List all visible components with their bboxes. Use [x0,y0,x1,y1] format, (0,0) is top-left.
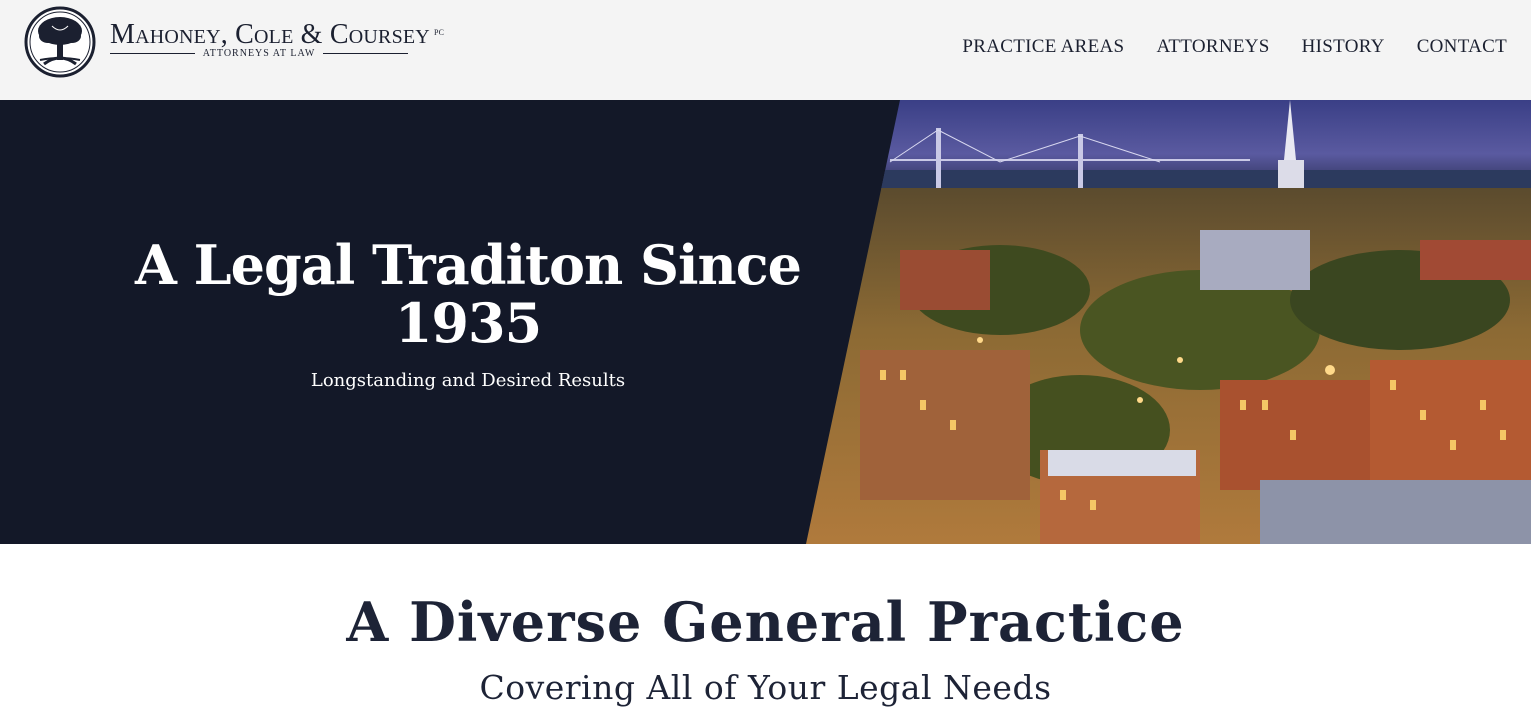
site-header: Mahoney, Cole & Coursey PC ATTORNEYS AT L… [0,0,1531,100]
firm-suffix: PC [433,28,445,37]
nav-item-contact[interactable]: CONTACT [1417,36,1507,58]
tree-emblem-icon[interactable] [24,6,96,78]
nav-item-practice-areas[interactable]: PRACTICE AREAS [962,36,1124,58]
main-nav: PRACTICE AREAS ATTORNEYS HISTORY CONTACT [962,36,1507,58]
hero-subtitle: Longstanding and Desired Results [310,370,626,391]
firm-tagline: ATTORNEYS AT LAW [202,48,316,59]
tagline-rule-right [323,53,408,54]
nav-item-history[interactable]: HISTORY [1302,36,1385,58]
section-title: A Diverse General Practice [346,590,1185,654]
logo-wordmark[interactable]: Mahoney, Cole & Coursey PC ATTORNEYS AT L… [110,18,445,59]
section-subtitle: Covering All of Your Legal Needs [479,668,1052,707]
nav-item-attorneys[interactable]: ATTORNEYS [1156,36,1269,58]
hero-title: A Legal Traditon Since 1935 [134,233,802,355]
hero-banner: A Legal Traditon Since 1935 Longstanding… [0,100,1531,544]
firm-name: Mahoney, Cole & Coursey PC [110,19,445,50]
hero-text: A Legal Traditon Since 1935 Longstanding… [130,236,806,391]
tagline-rule-left [110,53,195,54]
